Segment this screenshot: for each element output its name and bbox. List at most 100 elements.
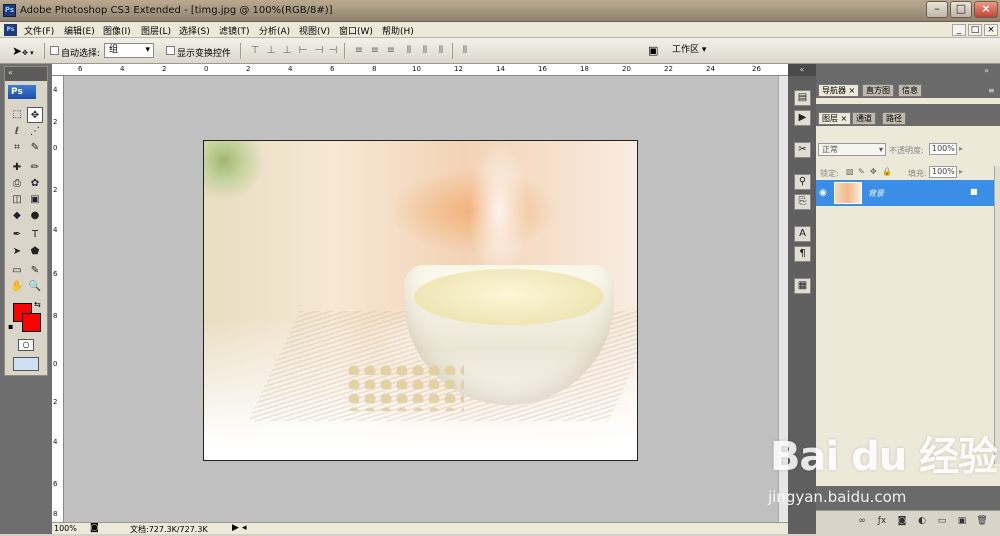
align-hcenter-icon[interactable]: ⊣	[312, 44, 326, 57]
align-vcenter-icon[interactable]: ⊥	[264, 44, 278, 57]
layer-style-icon[interactable]: ƒx	[876, 515, 888, 527]
visibility-eye-icon[interactable]: ◉	[819, 188, 827, 198]
layer-mask-icon[interactable]: ◙	[896, 515, 908, 527]
blend-mode-select[interactable]: 正常 ▾	[818, 143, 886, 156]
menu-layer[interactable]: 图层(L)	[141, 24, 171, 37]
menu-help[interactable]: 帮助(H)	[382, 24, 414, 37]
close-button[interactable]: ×	[974, 1, 998, 18]
menu-analysis[interactable]: 分析(A)	[259, 24, 290, 37]
layer-name[interactable]: 背景	[868, 188, 884, 199]
eyedropper-tool-icon[interactable]: ✎	[27, 263, 43, 279]
notes-tool-icon[interactable]: ▭	[9, 263, 25, 279]
distribute-top-icon[interactable]: ≡	[352, 44, 366, 57]
distribute-vcenter-icon[interactable]: ≡	[368, 44, 382, 57]
scroll-left-icon[interactable]: ◂	[242, 523, 247, 533]
bridge-icon[interactable]: ▣	[648, 44, 658, 57]
menu-select[interactable]: 选择(S)	[179, 24, 210, 37]
lock-all-icon[interactable]: 🔒	[882, 167, 892, 176]
clone-source-dock-icon[interactable]: ⎘	[794, 194, 811, 210]
document-image[interactable]	[203, 140, 638, 461]
blur-tool-icon[interactable]: ◆	[9, 208, 25, 224]
pen-tool-icon[interactable]: ✒	[9, 227, 25, 243]
tab-layers[interactable]: 图层 ×	[818, 112, 852, 125]
menu-file[interactable]: 文件(F)	[24, 24, 54, 37]
paragraph-dock-icon[interactable]: ¶	[794, 246, 811, 262]
status-icon[interactable]: ◙	[90, 523, 99, 533]
tab-paths[interactable]: 路径	[882, 112, 906, 125]
menu-filter[interactable]: 滤镜(T)	[219, 24, 250, 37]
move-tool-icon[interactable]: ➤✥ ▾	[12, 44, 34, 58]
lock-move-icon[interactable]: ✥	[870, 167, 877, 176]
lock-paint-icon[interactable]: ✎	[858, 167, 865, 176]
tab-channels[interactable]: 通道	[852, 112, 876, 125]
dodge-tool-icon[interactable]: ●	[27, 208, 43, 224]
eraser-tool-icon[interactable]: ◫	[9, 192, 25, 208]
type-tool-icon[interactable]: T	[27, 227, 43, 243]
gradient-tool-icon[interactable]: ▣	[27, 192, 43, 208]
navigator-dock-icon[interactable]: ▤	[794, 90, 811, 106]
distribute-right-icon[interactable]: ⫴	[434, 44, 448, 57]
healing-brush-tool-icon[interactable]: ✚	[9, 160, 25, 176]
brush-tool-icon[interactable]: ✏	[27, 160, 43, 176]
tab-navigator[interactable]: 导航器 ×	[818, 84, 860, 97]
tool-presets-dock-icon[interactable]: ✂	[794, 142, 811, 158]
zoom-tool-icon[interactable]: 🔍	[27, 279, 43, 295]
tab-info[interactable]: 信息	[898, 84, 922, 97]
screen-mode-icon[interactable]	[13, 357, 39, 371]
layer-comps-dock-icon[interactable]: ▦	[794, 278, 811, 294]
doc-restore-button[interactable]: □	[968, 24, 982, 36]
tab-histogram[interactable]: 直方图	[862, 84, 894, 97]
layer-row-background[interactable]: ◉ 背景 ■	[816, 180, 994, 206]
maximize-button[interactable]: □	[950, 1, 972, 18]
show-transform-checkbox[interactable]	[166, 46, 175, 55]
panel-collapse-icon[interactable]: »	[984, 66, 989, 75]
move-tool-icon[interactable]: ✥	[27, 107, 43, 123]
align-right-icon[interactable]: ⊣	[326, 44, 340, 57]
auto-align-icon[interactable]: ⫴	[458, 44, 472, 57]
clone-stamp-tool-icon[interactable]: ⎙	[9, 176, 25, 192]
auto-select-checkbox[interactable]	[50, 46, 59, 55]
opacity-field[interactable]: 100%	[929, 143, 957, 155]
layers-scrollbar[interactable]	[994, 166, 1000, 464]
distribute-hcenter-icon[interactable]: ⫴	[418, 44, 432, 57]
align-top-icon[interactable]: ⊤	[248, 44, 262, 57]
custom-shape-tool-icon[interactable]: ⬟	[27, 244, 43, 260]
menu-window[interactable]: 窗口(W)	[339, 24, 373, 37]
toolbox-grip[interactable]: «	[5, 67, 47, 81]
path-selection-tool-icon[interactable]: ➤	[9, 244, 25, 260]
menu-edit[interactable]: 编辑(E)	[64, 24, 95, 37]
quick-mask-icon[interactable]: ○	[18, 339, 34, 351]
fill-field[interactable]: 100%	[929, 166, 957, 178]
delete-layer-icon[interactable]: 🗑	[976, 515, 988, 527]
link-layers-icon[interactable]: ∞	[856, 515, 868, 527]
workspace-button[interactable]: 工作区 ▾	[668, 43, 726, 59]
document-icon[interactable]: Ps	[4, 24, 17, 36]
panel-menu-icon[interactable]: ≡	[988, 86, 995, 95]
doc-close-button[interactable]: ×	[984, 24, 998, 36]
zoom-level[interactable]: 100%	[54, 524, 77, 533]
align-left-icon[interactable]: ⊢	[296, 44, 310, 57]
minimize-button[interactable]: –	[926, 1, 948, 18]
hand-tool-icon[interactable]: ✋	[9, 279, 25, 295]
default-colors-icon[interactable]: ▪	[8, 322, 13, 331]
history-brush-tool-icon[interactable]: ✿	[27, 176, 43, 192]
menu-image[interactable]: 图像(I)	[103, 24, 131, 37]
chevron-right-icon[interactable]: ▸	[959, 167, 963, 176]
align-bottom-icon[interactable]: ⊥	[280, 44, 294, 57]
background-color-swatch[interactable]	[22, 313, 41, 332]
brushes-dock-icon[interactable]: ⚲	[794, 174, 811, 190]
status-menu-arrow-icon[interactable]: ▶	[232, 523, 239, 533]
new-layer-icon[interactable]: ▣	[956, 515, 968, 527]
slice-tool-icon[interactable]: ✎	[27, 140, 43, 156]
adjustment-layer-icon[interactable]: ◐	[916, 515, 928, 527]
marquee-tool-icon[interactable]: ⬚	[9, 107, 25, 123]
actions-dock-icon[interactable]: ▶	[794, 110, 811, 126]
swap-colors-icon[interactable]: ⇆	[34, 300, 41, 309]
magic-wand-tool-icon[interactable]: ⋰	[27, 124, 43, 140]
auto-select-dropdown[interactable]: 组 ▾	[104, 43, 154, 58]
new-group-icon[interactable]: ▭	[936, 515, 948, 527]
menu-view[interactable]: 视图(V)	[299, 24, 330, 37]
lasso-tool-icon[interactable]: ℓ	[9, 124, 25, 140]
chevron-right-icon[interactable]: ▸	[959, 144, 963, 153]
dock-grip[interactable]: «	[788, 64, 816, 76]
